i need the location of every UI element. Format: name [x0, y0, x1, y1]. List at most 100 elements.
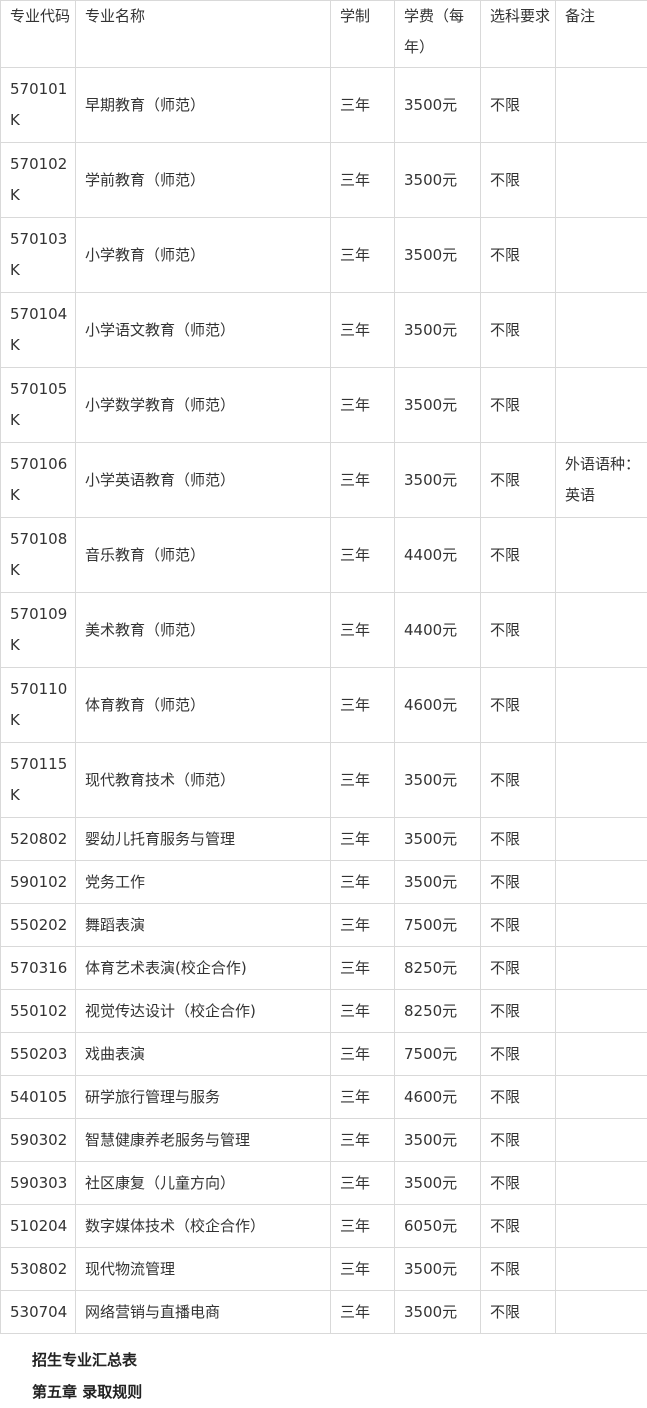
cell-name: 音乐教育（师范） — [76, 518, 331, 593]
cell-note — [556, 668, 647, 743]
cell-name: 党务工作 — [76, 861, 331, 904]
cell-requirement: 不限 — [481, 1033, 556, 1076]
table-row: 550102视觉传达设计（校企合作)三年8250元不限 — [1, 990, 647, 1033]
cell-note — [556, 1248, 647, 1291]
cell-note — [556, 68, 647, 143]
cell-fee: 3500元 — [395, 1291, 481, 1334]
cell-fee: 6050元 — [395, 1205, 481, 1248]
cell-duration: 三年 — [331, 293, 395, 368]
table-caption: 招生专业汇总表 — [32, 1344, 647, 1376]
cell-code: 590102 — [1, 861, 76, 904]
cell-code: 570108K — [1, 518, 76, 593]
cell-requirement: 不限 — [481, 990, 556, 1033]
cell-fee: 3500元 — [395, 143, 481, 218]
cell-code: 570105K — [1, 368, 76, 443]
cell-code: 570316 — [1, 947, 76, 990]
cell-duration: 三年 — [331, 1162, 395, 1205]
cell-note — [556, 593, 647, 668]
cell-code: 550203 — [1, 1033, 76, 1076]
table-row: 570103K小学教育（师范）三年3500元不限 — [1, 218, 647, 293]
cell-note — [556, 218, 647, 293]
cell-name: 现代物流管理 — [76, 1248, 331, 1291]
table-row: 570104K小学语文教育（师范）三年3500元不限 — [1, 293, 647, 368]
table-row: 570109K美术教育（师范）三年4400元不限 — [1, 593, 647, 668]
cell-note — [556, 293, 647, 368]
cell-fee: 4600元 — [395, 668, 481, 743]
cell-code: 550102 — [1, 990, 76, 1033]
header-fee: 学费（每年） — [395, 1, 481, 68]
cell-fee: 3500元 — [395, 818, 481, 861]
table-row: 550203戏曲表演三年7500元不限 — [1, 1033, 647, 1076]
cell-note — [556, 1033, 647, 1076]
table-row: 570316体育艺术表演(校企合作)三年8250元不限 — [1, 947, 647, 990]
header-note: 备注 — [556, 1, 647, 68]
table-row: 570102K学前教育（师范）三年3500元不限 — [1, 143, 647, 218]
cell-note — [556, 143, 647, 218]
cell-note — [556, 1291, 647, 1334]
cell-code: 570104K — [1, 293, 76, 368]
cell-name: 舞蹈表演 — [76, 904, 331, 947]
cell-code: 570110K — [1, 668, 76, 743]
cell-duration: 三年 — [331, 947, 395, 990]
cell-fee: 3500元 — [395, 743, 481, 818]
cell-requirement: 不限 — [481, 518, 556, 593]
cell-note — [556, 1162, 647, 1205]
cell-fee: 8250元 — [395, 990, 481, 1033]
cell-duration: 三年 — [331, 990, 395, 1033]
cell-fee: 7500元 — [395, 1033, 481, 1076]
chapter-heading: 第五章 录取规则 — [32, 1376, 647, 1408]
cell-fee: 3500元 — [395, 1248, 481, 1291]
cell-duration: 三年 — [331, 1076, 395, 1119]
cell-duration: 三年 — [331, 368, 395, 443]
majors-table: 专业代码 专业名称 学制 学费（每年） 选科要求 备注 570101K早期教育（… — [0, 0, 647, 1334]
cell-code: 550202 — [1, 904, 76, 947]
cell-name: 社区康复（儿童方向） — [76, 1162, 331, 1205]
header-code: 专业代码 — [1, 1, 76, 68]
cell-duration: 三年 — [331, 1119, 395, 1162]
header-requirement: 选科要求 — [481, 1, 556, 68]
cell-requirement: 不限 — [481, 593, 556, 668]
cell-requirement: 不限 — [481, 218, 556, 293]
cell-requirement: 不限 — [481, 1162, 556, 1205]
table-header-row: 专业代码 专业名称 学制 学费（每年） 选科要求 备注 — [1, 1, 647, 68]
cell-note — [556, 743, 647, 818]
cell-fee: 7500元 — [395, 904, 481, 947]
cell-duration: 三年 — [331, 1205, 395, 1248]
cell-code: 590302 — [1, 1119, 76, 1162]
cell-name: 研学旅行管理与服务 — [76, 1076, 331, 1119]
cell-requirement: 不限 — [481, 1076, 556, 1119]
cell-name: 早期教育（师范） — [76, 68, 331, 143]
cell-duration: 三年 — [331, 518, 395, 593]
table-row: 570108K音乐教育（师范）三年4400元不限 — [1, 518, 647, 593]
cell-requirement: 不限 — [481, 861, 556, 904]
cell-requirement: 不限 — [481, 904, 556, 947]
cell-note — [556, 947, 647, 990]
header-name: 专业名称 — [76, 1, 331, 68]
cell-code: 510204 — [1, 1205, 76, 1248]
cell-fee: 3500元 — [395, 68, 481, 143]
cell-code: 570101K — [1, 68, 76, 143]
cell-note — [556, 368, 647, 443]
cell-name: 小学英语教育（师范） — [76, 443, 331, 518]
cell-requirement: 不限 — [481, 1291, 556, 1334]
cell-code: 570102K — [1, 143, 76, 218]
cell-requirement: 不限 — [481, 668, 556, 743]
cell-note — [556, 1119, 647, 1162]
cell-name: 小学数学教育（师范） — [76, 368, 331, 443]
majors-table-body: 专业代码 专业名称 学制 学费（每年） 选科要求 备注 570101K早期教育（… — [1, 1, 647, 1334]
cell-requirement: 不限 — [481, 293, 556, 368]
cell-fee: 4600元 — [395, 1076, 481, 1119]
table-row: 530704网络营销与直播电商三年3500元不限 — [1, 1291, 647, 1334]
cell-fee: 4400元 — [395, 518, 481, 593]
cell-duration: 三年 — [331, 443, 395, 518]
cell-code: 530802 — [1, 1248, 76, 1291]
cell-fee: 3500元 — [395, 1162, 481, 1205]
cell-duration: 三年 — [331, 593, 395, 668]
cell-name: 戏曲表演 — [76, 1033, 331, 1076]
cell-duration: 三年 — [331, 218, 395, 293]
cell-name: 数字媒体技术（校企合作） — [76, 1205, 331, 1248]
table-row: 570105K小学数学教育（师范）三年3500元不限 — [1, 368, 647, 443]
cell-name: 婴幼儿托育服务与管理 — [76, 818, 331, 861]
table-row: 550202舞蹈表演三年7500元不限 — [1, 904, 647, 947]
cell-name: 学前教育（师范） — [76, 143, 331, 218]
